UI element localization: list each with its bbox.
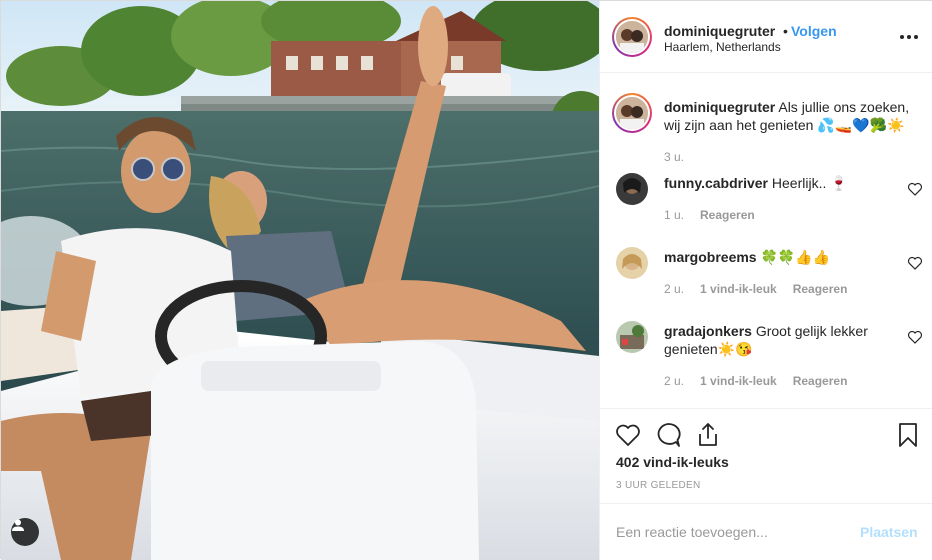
action-bar (600, 408, 932, 460)
more-options-icon[interactable] (900, 27, 920, 47)
comments-list[interactable]: dominiquegruter Als jullie ons zoeken, w… (600, 73, 932, 408)
comment-text: gradajonkers Groot gelijk lekker geniete… (664, 322, 922, 358)
comment-meta: 2 u. 1 vind-ik-leuk Reageren (664, 374, 847, 388)
share-icon[interactable] (694, 421, 722, 449)
commenter-avatar[interactable] (616, 247, 648, 279)
caption-age[interactable]: 3 u. (664, 150, 684, 164)
comment-meta: 2 u. 1 vind-ik-leuk Reageren (664, 282, 847, 296)
caption-avatar[interactable] (612, 93, 652, 133)
comment-reply-button[interactable]: Reageren (793, 282, 848, 296)
author-username[interactable]: dominiquegruter (664, 23, 775, 39)
comment-text: margobreems 🍀🍀👍👍 (664, 248, 922, 266)
comment-body: 🍀🍀👍👍 (756, 249, 831, 265)
comment-reply-button[interactable]: Reageren (700, 208, 755, 222)
post-header: dominiquegruter • Volgen Haarlem, Nether… (600, 1, 932, 73)
post-location[interactable]: Haarlem, Netherlands (664, 40, 781, 54)
author-avatar[interactable] (612, 17, 652, 57)
comment-username[interactable]: margobreems (664, 249, 757, 265)
comment-meta: 1 u. Reageren (664, 208, 755, 222)
commenter-avatar[interactable] (616, 321, 648, 353)
comment-username[interactable]: funny.cabdriver (664, 175, 768, 191)
likes-count[interactable]: 402 vind-ik-leuks (616, 454, 729, 470)
post-dialog: dominiquegruter • Volgen Haarlem, Nether… (0, 0, 932, 560)
post-comment-button[interactable]: Plaatsen (860, 524, 918, 540)
caption-meta: 3 u. (664, 150, 684, 164)
comment-likes[interactable]: 1 vind-ik-leuk (700, 282, 777, 296)
post-side-panel: dominiquegruter • Volgen Haarlem, Nether… (599, 1, 932, 560)
post-timestamp[interactable]: 3 UUR GELEDEN (616, 480, 700, 491)
post-photo[interactable] (1, 1, 599, 560)
caption-username[interactable]: dominiquegruter (664, 99, 775, 115)
comment-age[interactable]: 2 u. (664, 374, 684, 388)
comment-username[interactable]: gradajonkers (664, 323, 752, 339)
bookmark-icon[interactable] (894, 421, 922, 449)
heart-icon[interactable] (614, 421, 642, 449)
comment-reply-button[interactable]: Reageren (793, 374, 848, 388)
caption-text: dominiquegruter Als jullie ons zoeken, w… (664, 98, 922, 134)
comment-age[interactable]: 2 u. (664, 282, 684, 296)
comment-like-icon[interactable] (907, 329, 923, 345)
comment-age[interactable]: 1 u. (664, 208, 684, 222)
follow-button[interactable]: Volgen (791, 23, 837, 39)
commenter-avatar[interactable] (616, 173, 648, 205)
comment-body: Heerlijk.. 🍷 (768, 175, 848, 191)
comment-icon[interactable] (654, 421, 682, 449)
comment-text: funny.cabdriver Heerlijk.. 🍷 (664, 174, 922, 192)
header-separator: • (783, 23, 788, 39)
comment-input[interactable] (616, 522, 846, 542)
comment-like-icon[interactable] (907, 181, 923, 197)
user-tag-icon[interactable] (11, 518, 39, 546)
post-photo-illustration (1, 1, 599, 560)
comment-like-icon[interactable] (907, 255, 923, 271)
comment-likes[interactable]: 1 vind-ik-leuk (700, 374, 777, 388)
comment-composer: Plaatsen (600, 503, 932, 560)
